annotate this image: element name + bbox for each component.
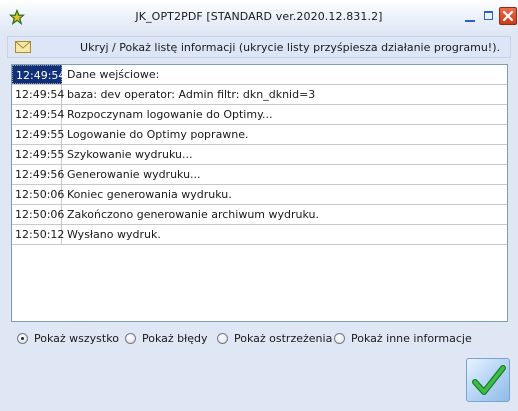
log-time: 12:49:55 <box>12 145 64 164</box>
log-message: Dane wejściowe: <box>67 68 160 81</box>
radio-label: Pokaż ostrzeżenia <box>234 332 333 345</box>
log-row[interactable]: 12:49:55 Szykowanie wydruku... <box>12 145 507 165</box>
radio-label: Pokaż inne informacje <box>351 332 472 345</box>
log-time: 12:49:54 <box>12 85 64 104</box>
log-message: baza: dev operator: Admin filtr: dkn_dkn… <box>67 88 316 101</box>
log-time: 12:49:54 <box>12 105 64 124</box>
log-row[interactable]: 12:49:54 Rozpoczynam logowanie do Optimy.… <box>12 105 507 125</box>
radio-button[interactable] <box>217 333 228 344</box>
log-time: 12:49:55 <box>12 125 64 144</box>
log-row[interactable]: 12:50:06 Zakończono generowanie archiwum … <box>12 205 507 225</box>
radio-button[interactable] <box>17 333 28 344</box>
log-message: Logowanie do Optimy poprawne. <box>67 128 249 141</box>
minimize-button[interactable] <box>462 8 479 25</box>
checkmark-icon <box>472 365 506 395</box>
info-bar-label: Ukryj / Pokaż listę informacji (ukrycie … <box>80 41 500 54</box>
ok-button[interactable] <box>466 358 510 402</box>
maximize-button[interactable] <box>481 8 498 25</box>
log-row[interactable]: 12:49:56 Generowanie wydruku... <box>12 165 507 185</box>
title-bar[interactable]: JK_OPT2PDF [STANDARD ver.2020.12.831.2] <box>0 0 518 34</box>
filter-radio-group: Pokaż wszystko Pokaż błędy Pokaż ostrzeżen… <box>7 326 511 352</box>
log-message: Wysłano wydruk. <box>67 228 161 241</box>
app-window: JK_OPT2PDF [STANDARD ver.2020.12.831.2] … <box>0 0 518 411</box>
log-message: Szykowanie wydruku... <box>67 148 193 161</box>
log-time: 12:50:06 <box>12 185 64 204</box>
radio-label: Pokaż błędy <box>142 332 208 345</box>
log-time: 12:50:12 <box>12 225 64 244</box>
toggle-info-list-bar[interactable]: Ukryj / Pokaż listę informacji (ukrycie … <box>7 36 511 58</box>
log-row[interactable]: 12:50:12 Wysłano wydruk. <box>12 225 507 245</box>
log-row[interactable]: 12:49:54 Dane wejściowe: <box>12 65 507 85</box>
log-message: Koniec generowania wydruku. <box>67 188 232 201</box>
log-row[interactable]: 12:49:55 Logowanie do Optimy poprawne. <box>12 125 507 145</box>
log-message: Zakończono generowanie archiwum wydruku. <box>67 208 319 221</box>
radio-button[interactable] <box>125 333 136 344</box>
radio-label: Pokaż wszystko <box>34 332 119 345</box>
log-time: 12:49:54 <box>12 65 65 84</box>
log-time: 12:49:56 <box>12 165 64 184</box>
radio-button[interactable] <box>334 333 345 344</box>
log-row[interactable]: 12:50:06 Koniec generowania wydruku. <box>12 185 507 205</box>
log-time: 12:50:06 <box>12 205 64 224</box>
log-row[interactable]: 12:49:54 baza: dev operator: Admin filtr:… <box>12 85 507 105</box>
log-message: Generowanie wydruku... <box>67 168 201 181</box>
close-icon <box>502 10 514 22</box>
close-button[interactable] <box>499 7 517 25</box>
log-message: Rozpoczynam logowanie do Optimy... <box>67 108 273 121</box>
window-title: JK_OPT2PDF [STANDARD ver.2020.12.831.2] <box>135 10 383 23</box>
envelope-icon <box>15 41 31 53</box>
log-list[interactable]: 12:49:54 Dane wejściowe: 12:49:54 baza: dev… <box>11 64 508 322</box>
